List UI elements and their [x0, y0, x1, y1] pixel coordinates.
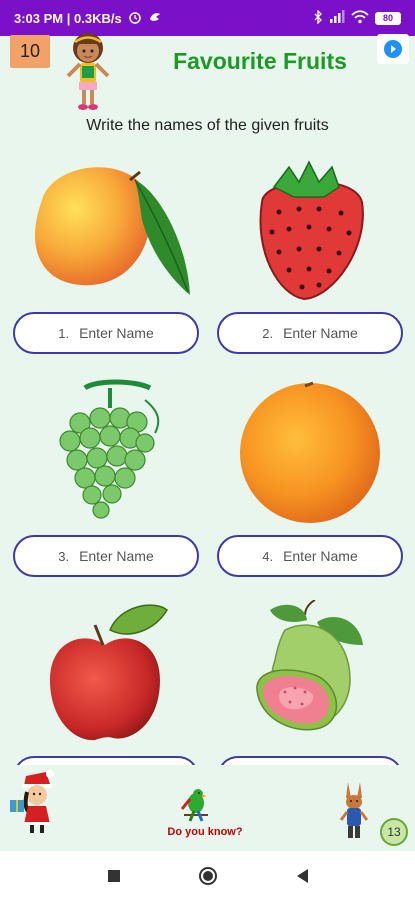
- alarm-icon: [128, 10, 142, 27]
- recents-button[interactable]: [102, 864, 126, 888]
- fruit-name-input-2[interactable]: 2. Enter Name: [217, 312, 403, 354]
- play-audio-button[interactable]: [377, 34, 409, 64]
- page-number-badge: 10: [10, 35, 50, 68]
- play-icon: [384, 40, 402, 58]
- input-number: 4.: [262, 548, 274, 564]
- parrot-icon[interactable]: [176, 785, 216, 823]
- instructions-text: Write the names of the given fruits: [86, 117, 329, 134]
- page-title: Favourite Fruits: [173, 48, 347, 74]
- bluetooth-icon: [313, 8, 323, 27]
- wifi-icon: [351, 9, 369, 27]
- grapes-image: [55, 378, 165, 523]
- input-placeholder: Enter Name: [283, 325, 358, 341]
- input-number: 3.: [58, 548, 70, 564]
- guava-image: [245, 599, 370, 745]
- counter-badge[interactable]: 13: [380, 818, 408, 846]
- fruit-name-input-4[interactable]: 4. Enter Name: [217, 535, 403, 577]
- input-placeholder: Enter Name: [79, 325, 154, 341]
- status-left: 3:03 PM | 0.3KB/s: [14, 10, 162, 27]
- santa-girl-character-image[interactable]: [8, 770, 58, 834]
- input-number: 2.: [262, 325, 274, 341]
- input-number: 1.: [58, 325, 70, 341]
- fruit-name-input-3[interactable]: 3. Enter Name: [13, 535, 199, 577]
- status-right: 80: [313, 8, 401, 27]
- notification-icon: [148, 10, 162, 27]
- apple-image: [45, 600, 170, 745]
- system-navigation-bar: [0, 851, 415, 900]
- battery-icon: 80: [375, 11, 401, 25]
- input-placeholder: Enter Name: [79, 548, 154, 564]
- back-button[interactable]: [290, 864, 314, 888]
- girl-character-image: [58, 30, 118, 114]
- signal-icon: [329, 10, 345, 26]
- orange-image: [235, 378, 385, 523]
- input-placeholder: Enter Name: [283, 548, 358, 564]
- strawberry-image: [244, 157, 374, 302]
- home-button[interactable]: [196, 864, 220, 888]
- fruit-name-input-1[interactable]: 1. Enter Name: [13, 312, 199, 354]
- rabbit-character-image[interactable]: [338, 780, 372, 842]
- status-time: 3:03 PM | 0.3KB/s: [14, 10, 122, 26]
- mango-image: [22, 160, 192, 300]
- do-you-know-link[interactable]: Do you know?: [160, 826, 250, 838]
